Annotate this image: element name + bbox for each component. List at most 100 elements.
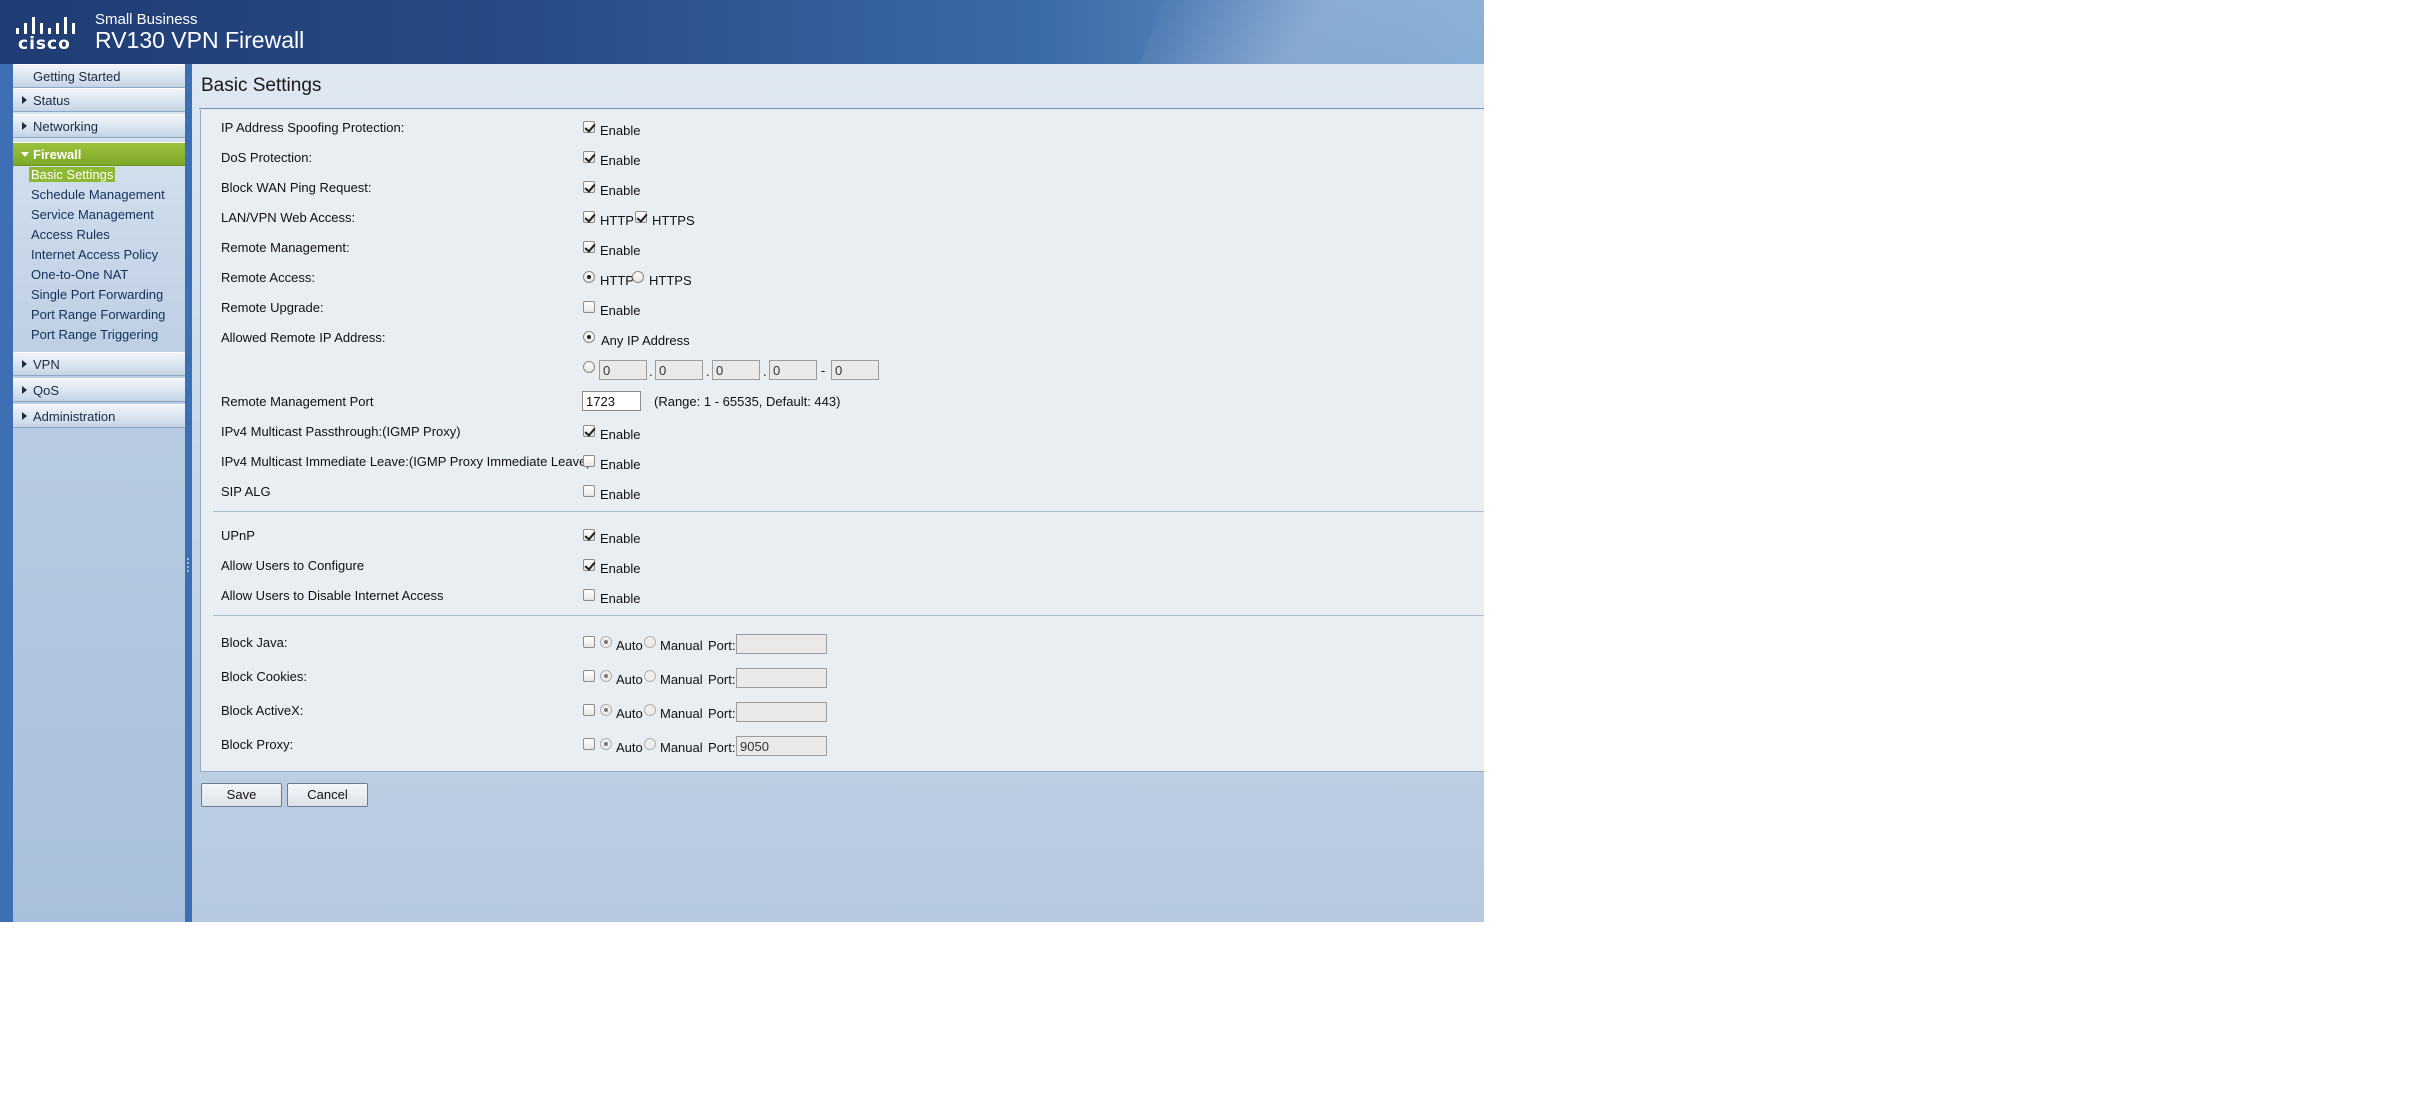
block-java-manual-radio[interactable] — [644, 636, 656, 648]
submenu-internet-access-policy[interactable]: Internet Access Policy — [31, 247, 158, 262]
igmp-proxy-checkbox[interactable] — [583, 425, 595, 437]
block-proxy-manual-text: Manual — [660, 740, 703, 755]
title-divider — [199, 108, 1484, 109]
remote-access-https-text: HTTPS — [649, 273, 692, 288]
block-java-checkbox[interactable] — [583, 636, 595, 648]
section-divider — [213, 615, 1484, 616]
allow-users-disable-checkbox[interactable] — [583, 589, 595, 601]
cancel-button[interactable]: Cancel — [287, 783, 368, 807]
collapse-arrow-icon — [21, 152, 29, 157]
sidebar-item-administration[interactable]: Administration — [13, 404, 185, 428]
block-proxy-manual-radio[interactable] — [644, 738, 656, 750]
block-proxy-auto-radio[interactable] — [600, 738, 612, 750]
ip-spoofing-checkbox[interactable] — [583, 121, 595, 133]
block-activex-auto-radio[interactable] — [600, 704, 612, 716]
ip-range-dash: - — [821, 363, 826, 378]
remote-upgrade-checkbox[interactable] — [583, 301, 595, 313]
remote-management-checkbox[interactable] — [583, 241, 595, 253]
any-ip-radio[interactable] — [583, 331, 595, 343]
sidebar-item-qos[interactable]: QoS — [13, 378, 185, 402]
submenu-one-to-one-nat[interactable]: One-to-One NAT — [31, 267, 128, 282]
igmp-proxy-enable-text: Enable — [600, 427, 641, 442]
block-cookies-manual-text: Manual — [660, 672, 703, 687]
block-activex-port-input[interactable] — [736, 702, 827, 722]
block-cookies-auto-text: Auto — [616, 672, 643, 687]
expand-arrow-icon — [22, 412, 27, 420]
block-java-auto-radio[interactable] — [600, 636, 612, 648]
sidebar-item-vpn[interactable]: VPN — [13, 352, 185, 376]
ip-range-octet-1[interactable]: 0 — [599, 360, 647, 380]
expand-arrow-icon — [22, 122, 27, 130]
lan-vpn-http-checkbox[interactable] — [583, 211, 595, 223]
block-activex-checkbox[interactable] — [583, 704, 595, 716]
submenu-service-management[interactable]: Service Management — [31, 207, 154, 222]
block-cookies-port-label: Port: — [708, 672, 736, 687]
allow-users-configure-label: Allow Users to Configure — [221, 558, 365, 573]
allow-users-configure-checkbox[interactable] — [583, 559, 595, 571]
submenu-port-range-triggering[interactable]: Port Range Triggering — [31, 327, 158, 342]
remote-management-enable-text: Enable — [600, 243, 641, 258]
remote-access-http-radio[interactable] — [583, 271, 595, 283]
ip-range-octet-3[interactable]: 0 — [712, 360, 760, 380]
expand-arrow-icon — [22, 386, 27, 394]
allow-users-disable-enable-text: Enable — [600, 591, 641, 606]
sidebar-item-firewall[interactable]: Firewall — [13, 142, 185, 166]
igmp-immediate-leave-enable-text: Enable — [600, 457, 641, 472]
remote-upgrade-label: Remote Upgrade: — [221, 300, 324, 315]
block-java-port-label: Port: — [708, 638, 736, 653]
cisco-wordmark: cisco — [18, 34, 71, 54]
ip-dot: . — [706, 364, 710, 379]
grip-icon — [187, 558, 189, 572]
ip-spoofing-label: IP Address Spoofing Protection: — [221, 120, 405, 135]
block-java-port-input[interactable] — [736, 634, 827, 654]
ip-range-radio[interactable] — [583, 361, 595, 373]
block-wan-ping-enable-text: Enable — [600, 183, 641, 198]
lan-vpn-https-checkbox[interactable] — [635, 211, 647, 223]
block-activex-port-label: Port: — [708, 706, 736, 721]
cisco-logo: cisco — [14, 14, 80, 54]
block-proxy-checkbox[interactable] — [583, 738, 595, 750]
block-wan-ping-checkbox[interactable] — [583, 181, 595, 193]
remote-management-port-input[interactable]: 1723 — [582, 391, 641, 411]
sidebar-nav: Getting Started Status Networking Firewa… — [13, 64, 185, 922]
sidebar-item-label: Administration — [33, 409, 116, 424]
remote-access-https-radio[interactable] — [632, 271, 644, 283]
main-content: Basic Settings IP Address Spoofing Prote… — [192, 64, 1484, 922]
sidebar-item-getting-started[interactable]: Getting Started — [13, 64, 185, 88]
app-window: cisco Small Business RV130 VPN Firewall … — [0, 0, 1484, 922]
ip-range-octet-2[interactable]: 0 — [655, 360, 703, 380]
sip-alg-checkbox[interactable] — [583, 485, 595, 497]
submenu-schedule-management[interactable]: Schedule Management — [31, 187, 165, 202]
brand-small-business: Small Business — [95, 11, 198, 28]
block-proxy-label: Block Proxy: — [221, 737, 294, 752]
block-cookies-auto-radio[interactable] — [600, 670, 612, 682]
lan-vpn-http-text: HTTP — [600, 213, 634, 228]
ip-range-end[interactable]: 0 — [831, 360, 879, 380]
submenu-basic-settings[interactable]: Basic Settings — [29, 167, 116, 182]
dos-protection-label: DoS Protection: — [221, 150, 313, 165]
expand-arrow-icon — [22, 96, 27, 104]
igmp-immediate-leave-checkbox[interactable] — [583, 455, 595, 467]
submenu-port-range-forwarding[interactable]: Port Range Forwarding — [31, 307, 165, 322]
submenu-access-rules[interactable]: Access Rules — [31, 227, 110, 242]
block-java-auto-text: Auto — [616, 638, 643, 653]
remote-access-label: Remote Access: — [221, 270, 315, 285]
block-activex-manual-radio[interactable] — [644, 704, 656, 716]
sidebar-resize-handle[interactable] — [185, 64, 192, 922]
upnp-checkbox[interactable] — [583, 529, 595, 541]
sidebar-item-label: QoS — [33, 383, 60, 398]
sidebar-item-status[interactable]: Status — [13, 88, 185, 112]
block-proxy-port-input[interactable]: 9050 — [736, 736, 827, 756]
allowed-remote-ip-label: Allowed Remote IP Address: — [221, 330, 386, 345]
block-cookies-checkbox[interactable] — [583, 670, 595, 682]
save-button[interactable]: Save — [201, 783, 282, 807]
ip-range-octet-4[interactable]: 0 — [769, 360, 817, 380]
sidebar-item-networking[interactable]: Networking — [13, 114, 185, 138]
block-cookies-manual-radio[interactable] — [644, 670, 656, 682]
block-cookies-port-input[interactable] — [736, 668, 827, 688]
block-wan-ping-label: Block WAN Ping Request: — [221, 180, 372, 195]
submenu-single-port-forwarding[interactable]: Single Port Forwarding — [31, 287, 163, 302]
dos-protection-checkbox[interactable] — [583, 151, 595, 163]
remote-management-port-label: Remote Management Port — [221, 394, 374, 409]
block-java-label: Block Java: — [221, 635, 288, 650]
